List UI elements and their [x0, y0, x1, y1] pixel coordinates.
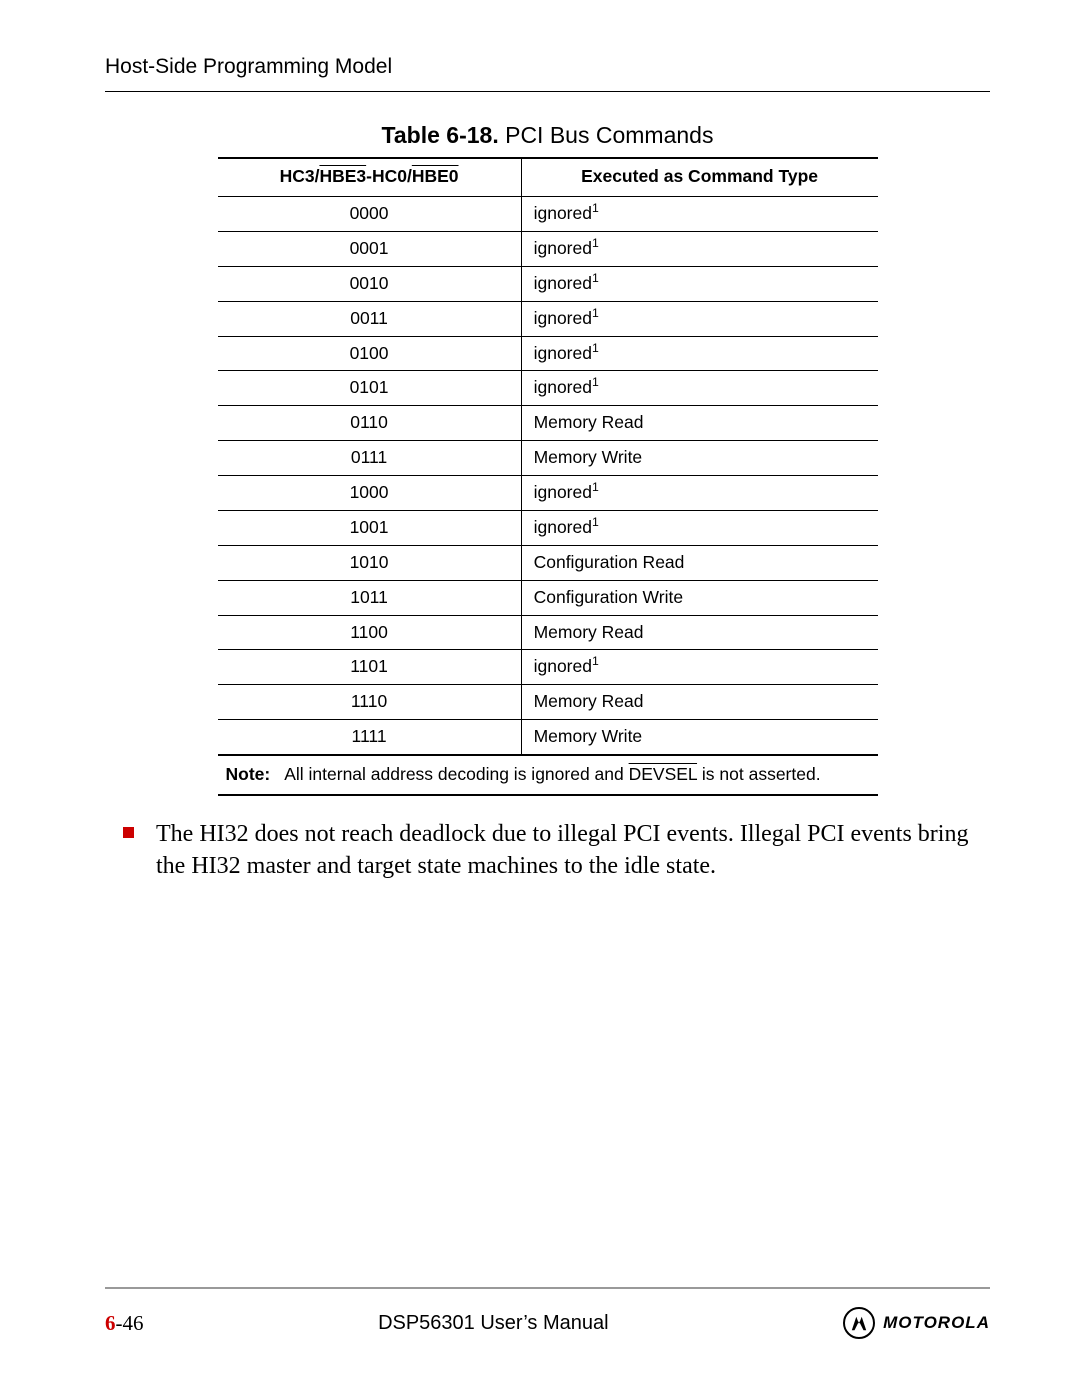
caption-number: Table 6-18.: [382, 122, 499, 148]
cell-cmd: ignored1: [521, 231, 877, 266]
table-row: 1011Configuration Write: [218, 580, 878, 615]
cell-cmd: Configuration Write: [521, 580, 877, 615]
caption-title: PCI Bus Commands: [499, 122, 714, 148]
motorola-logo-icon: [843, 1307, 875, 1339]
footer-row: 6-46 DSP56301 User’s Manual MOTOROLA: [105, 1307, 990, 1339]
header-rule: [105, 91, 990, 92]
bullet-text: The HI32 does not reach deadlock due to …: [156, 818, 990, 883]
footnote-ref: 1: [592, 271, 599, 285]
table-row: 1001ignored1: [218, 510, 878, 545]
page: Host-Side Programming Model Table 6-18. …: [0, 0, 1080, 1397]
cell-cmd: Memory Write: [521, 720, 877, 755]
table-caption: Table 6-18. PCI Bus Commands: [105, 122, 990, 149]
page-number: 6-46: [105, 1311, 144, 1336]
table-wrap: HC3/HBE3-HC0/HBE0 Executed as Command Ty…: [218, 157, 878, 796]
cell-code: 1100: [218, 615, 522, 650]
cell-code: 0111: [218, 441, 522, 476]
table-body: 0000ignored10001ignored10010ignored10011…: [218, 197, 878, 756]
col-header-cmd: Executed as Command Type: [521, 158, 877, 197]
footnote-ref: 1: [592, 201, 599, 215]
running-head: Host-Side Programming Model: [105, 55, 990, 79]
cell-cmd: Memory Read: [521, 615, 877, 650]
brand-text: MOTOROLA: [883, 1313, 990, 1333]
footnote-ref: 1: [592, 306, 599, 320]
cell-cmd: ignored1: [521, 476, 877, 511]
footnote-ref: 1: [592, 236, 599, 250]
square-bullet-icon: [123, 827, 134, 838]
col-header-code: HC3/HBE3-HC0/HBE0: [218, 158, 522, 197]
cell-code: 1110: [218, 685, 522, 720]
col1-part-a: HC3/: [280, 166, 320, 186]
page-subnum: -46: [116, 1311, 144, 1335]
table-row: 1010Configuration Read: [218, 545, 878, 580]
table-row: 0101ignored1: [218, 371, 878, 406]
cell-code: 1000: [218, 476, 522, 511]
cell-cmd: Configuration Read: [521, 545, 877, 580]
cell-cmd: ignored1: [521, 371, 877, 406]
table-row: 0111Memory Write: [218, 441, 878, 476]
note-text-a: All internal address decoding is ignored…: [284, 764, 628, 784]
table-row: 1101ignored1: [218, 650, 878, 685]
table-row: 0110Memory Read: [218, 406, 878, 441]
table-row: 0100ignored1: [218, 336, 878, 371]
cell-cmd: ignored1: [521, 266, 877, 301]
table-row: 1000ignored1: [218, 476, 878, 511]
cell-code: 0010: [218, 266, 522, 301]
footnote-ref: 1: [592, 480, 599, 494]
note-devsel: DEVSEL: [629, 764, 697, 784]
footnote-ref: 1: [592, 341, 599, 355]
cell-cmd: ignored1: [521, 510, 877, 545]
col1-part-b: HBE3: [319, 166, 366, 186]
brand: MOTOROLA: [843, 1307, 990, 1339]
cell-code: 1111: [218, 720, 522, 755]
table-row: 0000ignored1: [218, 197, 878, 232]
footnote-ref: 1: [592, 515, 599, 529]
cell-code: 1001: [218, 510, 522, 545]
table-row: 1100Memory Read: [218, 615, 878, 650]
cell-code: 0110: [218, 406, 522, 441]
table-row: 1111Memory Write: [218, 720, 878, 755]
col1-part-d: HBE0: [412, 166, 459, 186]
table-footnote: Note: All internal address decoding is ig…: [218, 755, 878, 795]
table-row: 1110Memory Read: [218, 685, 878, 720]
cell-cmd: Memory Read: [521, 685, 877, 720]
cell-code: 0100: [218, 336, 522, 371]
footer-rule: [105, 1287, 990, 1289]
footnote-ref: 1: [592, 376, 599, 390]
page-footer: 6-46 DSP56301 User’s Manual MOTOROLA: [105, 1287, 990, 1339]
cell-code: 0011: [218, 301, 522, 336]
cell-cmd: Memory Read: [521, 406, 877, 441]
note-label: Note:: [226, 764, 271, 784]
cell-cmd: ignored1: [521, 301, 877, 336]
cell-cmd: ignored1: [521, 650, 877, 685]
cell-cmd: ignored1: [521, 336, 877, 371]
footnote-ref: 1: [592, 655, 599, 669]
cell-cmd: ignored1: [521, 197, 877, 232]
cell-code: 1101: [218, 650, 522, 685]
page-chapter: 6: [105, 1311, 116, 1335]
table-row: 0011ignored1: [218, 301, 878, 336]
cell-cmd: Memory Write: [521, 441, 877, 476]
table-row: 0001ignored1: [218, 231, 878, 266]
cell-code: 0101: [218, 371, 522, 406]
table-row: 0010ignored1: [218, 266, 878, 301]
col1-part-c: -HC0/: [366, 166, 412, 186]
cell-code: 0000: [218, 197, 522, 232]
cell-code: 1011: [218, 580, 522, 615]
cell-code: 1010: [218, 545, 522, 580]
pci-bus-commands-table: HC3/HBE3-HC0/HBE0 Executed as Command Ty…: [218, 157, 878, 796]
bullet-item: The HI32 does not reach deadlock due to …: [123, 818, 990, 883]
note-text-c: is not asserted.: [697, 764, 821, 784]
doc-title: DSP56301 User’s Manual: [378, 1312, 609, 1335]
cell-code: 0001: [218, 231, 522, 266]
